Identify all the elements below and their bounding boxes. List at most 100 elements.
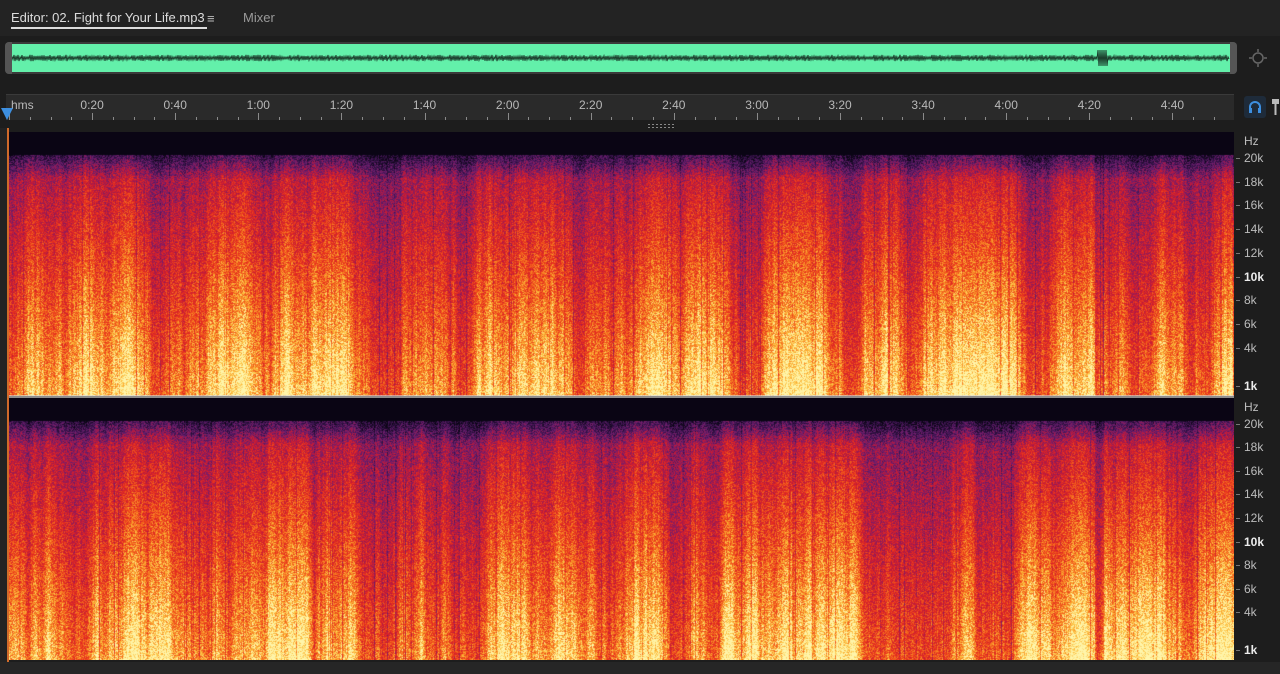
hz-label: 20k: [1244, 416, 1264, 431]
hz-tick: [1236, 423, 1240, 425]
hz-label: 18k: [1244, 440, 1264, 455]
ruler-tick: [1110, 117, 1112, 120]
ruler-tick: [237, 117, 239, 120]
ruler-label: 3:20: [828, 98, 852, 112]
ruler-tick: [299, 117, 301, 120]
hz-tick: [1236, 300, 1240, 302]
overview-handle-left[interactable]: [5, 42, 12, 74]
panel-splitter-handle[interactable]: [648, 124, 676, 128]
playhead-marker[interactable]: [1, 108, 13, 120]
ruler-tick: [29, 117, 31, 120]
ruler-label: 2:40: [662, 98, 686, 112]
ruler-tick: [403, 117, 405, 120]
ruler-tick: [881, 117, 883, 120]
hz-tick: [1236, 181, 1240, 183]
ruler-tick: [1193, 117, 1195, 120]
ruler-tick: [258, 113, 260, 120]
headphones-snap-icon: [1249, 101, 1261, 113]
overview-wave-icon: [12, 49, 1230, 67]
ruler-tick: [736, 117, 738, 120]
hz-tick: [1236, 447, 1240, 449]
ruler-tick: [902, 117, 904, 120]
hz-label: 6k: [1244, 317, 1257, 332]
hz-label: 6k: [1244, 581, 1257, 596]
ruler-tick: [632, 117, 634, 120]
hz-label: 12k: [1244, 510, 1264, 525]
hz-unit: Hz: [1244, 400, 1259, 414]
ruler-tick: [112, 117, 114, 120]
hz-label: 20k: [1244, 150, 1264, 165]
overview-waveform[interactable]: [5, 42, 1237, 74]
ruler-tick: [923, 113, 925, 120]
zoom-navigator-icon[interactable]: [1248, 48, 1268, 68]
tab-editor[interactable]: Editor: 02. Fight for Your Life.mp3: [11, 9, 207, 29]
tab-bar: Editor: 02. Fight for Your Life.mp3 ≡ Mi…: [0, 0, 1280, 36]
hz-tick: [1236, 205, 1240, 207]
hz-label: 14k: [1244, 487, 1264, 502]
ruler-tick: [1213, 117, 1215, 120]
ruler-label: 3:40: [911, 98, 935, 112]
ruler-tick: [1026, 117, 1028, 120]
ruler-tick: [943, 117, 945, 120]
ruler-label: 2:00: [495, 98, 520, 112]
hz-label: 1k: [1244, 378, 1258, 393]
hz-label: 8k: [1244, 558, 1257, 573]
ruler-tick: [154, 117, 156, 120]
ruler-tick: [756, 113, 758, 120]
hz-label: 10k: [1244, 269, 1265, 284]
ruler-label: 4:20: [1077, 98, 1101, 112]
hz-tick: [1236, 385, 1240, 387]
time-ruler[interactable]: hms 0:20 0:40 1:00 1:20 1:40 2:00 2:20 2:40 3:00…: [6, 94, 1234, 120]
ruler-tick: [71, 117, 73, 120]
overview-wave-area[interactable]: [12, 44, 1230, 72]
ruler-tick: [964, 117, 966, 120]
ruler-tick: [362, 117, 364, 120]
snap-button[interactable]: [1244, 96, 1266, 118]
ruler-tick: [133, 117, 135, 120]
ruler-tick: [777, 117, 779, 120]
hz-tick: [1236, 565, 1240, 567]
bottom-scrollbar[interactable]: [0, 662, 1280, 674]
ruler-tick: [819, 117, 821, 120]
ruler-tick: [445, 117, 447, 120]
hz-label: 8k: [1244, 293, 1257, 308]
hz-unit: Hz: [1244, 134, 1259, 148]
ruler-tick: [1089, 113, 1091, 120]
ruler-tick: [840, 113, 841, 120]
ruler-tick: [486, 117, 488, 120]
hz-tick: [1236, 157, 1240, 159]
hz-tick: [1236, 494, 1240, 496]
spectrogram-channel-right[interactable]: [9, 398, 1234, 660]
hz-label: 16k: [1244, 463, 1264, 478]
ruler-label: 4:00: [994, 98, 1018, 112]
frequency-axis-right: Hz 20k 18k 16k 14k 12k 10k 8k 6k 4k 1k: [1236, 398, 1280, 660]
ruler-tick: [860, 117, 862, 120]
ruler-tick: [673, 113, 675, 120]
ruler-tick: [1130, 117, 1132, 120]
spectrogram-channel-left[interactable]: [9, 132, 1234, 396]
overview-handle-right[interactable]: [1230, 42, 1237, 74]
ruler-label: 0:40: [163, 98, 187, 112]
hz-tick: [1236, 470, 1240, 472]
hz-tick: [1236, 252, 1240, 254]
hz-label: 10k: [1244, 534, 1265, 549]
frequency-axis-left: Hz 20k 18k 16k 14k 12k 10k 8k 6k 4k 1k: [1236, 132, 1280, 396]
tab-menu-icon[interactable]: ≡: [207, 10, 215, 30]
hz-label: 18k: [1244, 174, 1264, 189]
hz-tick: [1236, 612, 1240, 614]
hz-tick: [1236, 517, 1240, 519]
hz-tick: [1236, 276, 1240, 278]
ruler-tick: [569, 117, 571, 120]
hz-tick: [1236, 347, 1240, 349]
ruler-tick: [1172, 113, 1174, 120]
ruler-tick: [611, 117, 613, 120]
hz-tick: [1236, 324, 1240, 326]
ruler-label: 1:20: [329, 98, 354, 112]
ruler-tick: [1047, 117, 1049, 120]
pin-icon[interactable]: [1271, 98, 1280, 116]
tab-mixer[interactable]: Mixer: [243, 9, 275, 29]
ruler-tick: [507, 113, 509, 120]
ruler-tick: [1006, 113, 1008, 120]
ruler-tick: [216, 117, 218, 120]
ruler-tick: [320, 117, 322, 120]
